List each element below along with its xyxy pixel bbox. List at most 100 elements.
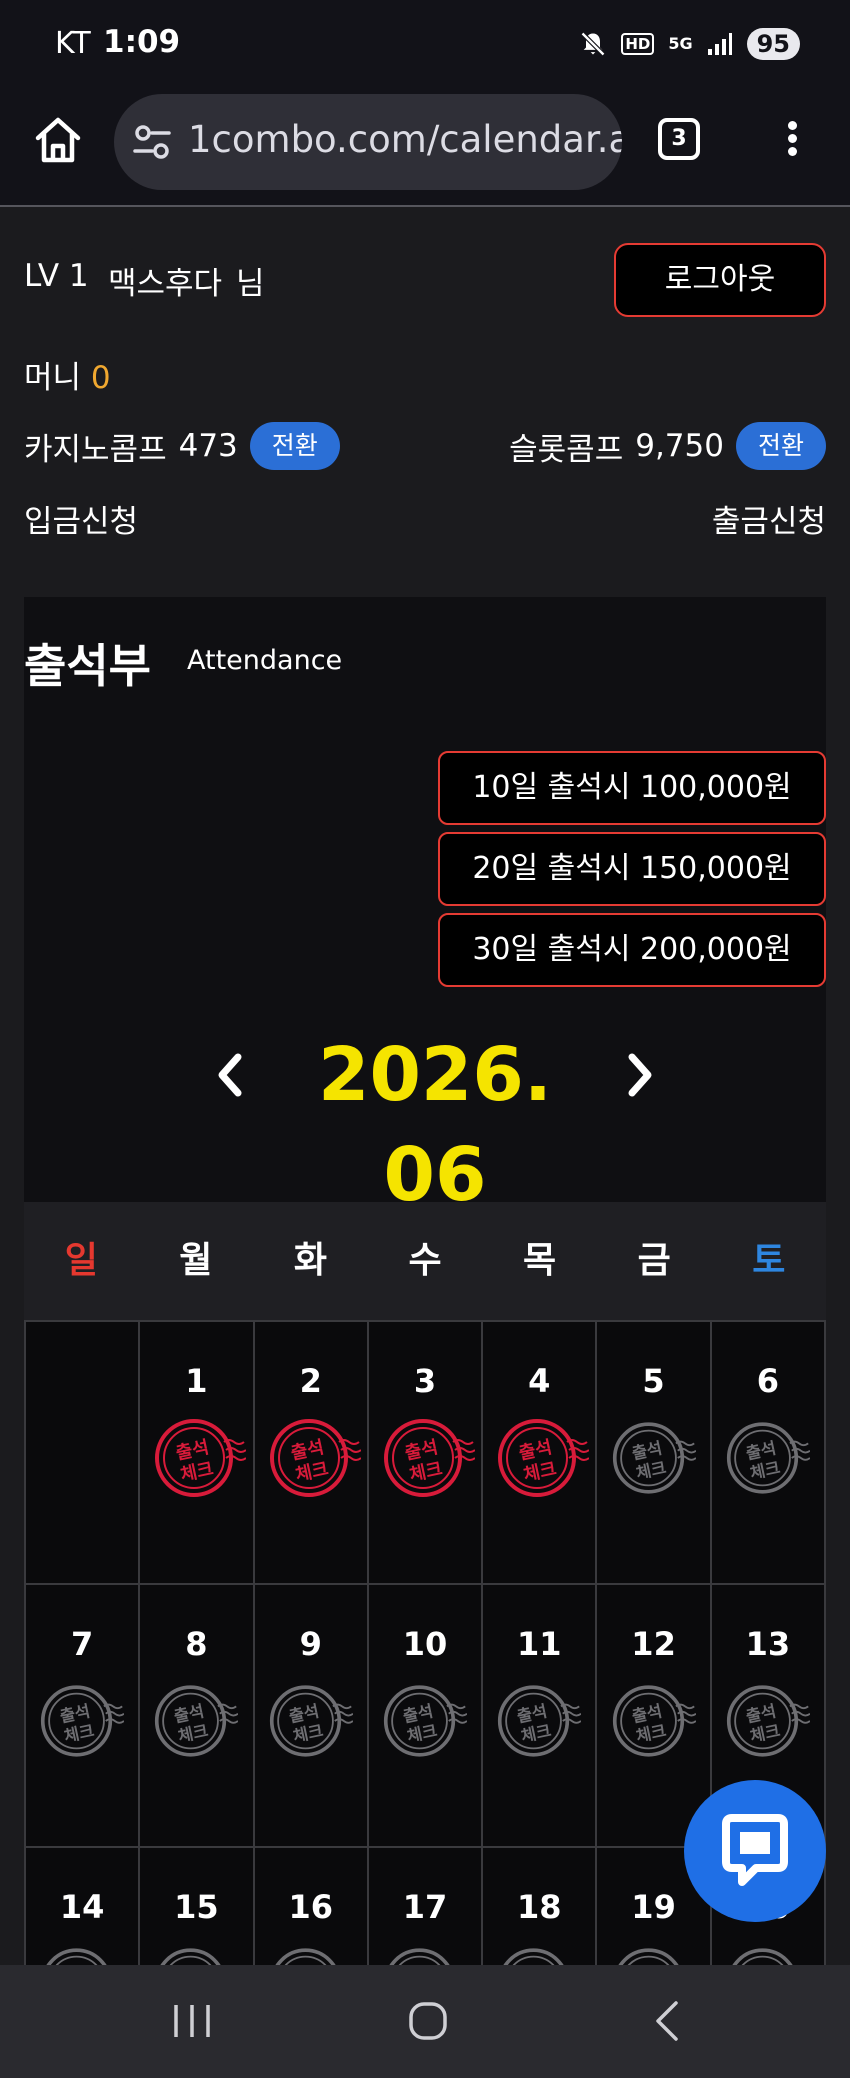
- status-icons: HD 5G 95: [579, 28, 800, 60]
- hd-icon: HD: [621, 33, 655, 55]
- calendar-day-cell: 17출석체크: [368, 1848, 482, 1968]
- withdraw-request-link[interactable]: 출금신청: [712, 496, 826, 541]
- day-number: 15: [174, 1888, 219, 1926]
- calendar-day-cell: 8 출석 체크: [140, 1585, 253, 1846]
- calendar-day-cell: 15출석체크: [140, 1848, 253, 1968]
- calendar-day-cell: 11 출석 체크: [483, 1585, 596, 1846]
- day-number: 14: [59, 1888, 105, 1926]
- reward-10-days: 10일 출석시 100,000원: [438, 751, 826, 825]
- attendance-stamp-icon: 출석체크: [269, 1685, 353, 1757]
- attendance-stamp-icon: 출석체크: [383, 1685, 467, 1757]
- user-level: LV 1: [24, 258, 89, 294]
- chat-icon: [722, 1814, 788, 1886]
- attendance-stamp-icon: 출석체크: [41, 1685, 125, 1757]
- back-icon[interactable]: [650, 1999, 684, 2043]
- weekday-thu: 목: [523, 1240, 557, 1281]
- calendar-day-cell: [26, 1322, 139, 1583]
- calendar-day-cell: 9 출석 체크: [254, 1585, 367, 1846]
- weekday-header: 일 월 화 수 목 금 토: [24, 1202, 826, 1320]
- day-number: 8: [185, 1625, 208, 1663]
- weekday-sun: 일: [64, 1240, 98, 1281]
- calendar-day-cell: 14출석체크: [26, 1848, 139, 1968]
- calendar-day-cell: 16출석체크: [254, 1848, 367, 1968]
- attendance-stamp-checked-icon: 출석체크: [383, 1419, 475, 1497]
- current-month: 2026. 06: [317, 1032, 553, 1218]
- chat-button[interactable]: [684, 1780, 826, 1922]
- recent-apps-icon[interactable]: [170, 2001, 214, 2041]
- day-number: 3: [413, 1362, 437, 1400]
- day-number: 16: [288, 1888, 333, 1926]
- chevron-left-icon[interactable]: [202, 1045, 262, 1105]
- site-settings-icon[interactable]: [132, 122, 172, 162]
- browser-toolbar: 1combo.com/calendar.as 3: [0, 90, 850, 207]
- calendar-day-cell: 10 출석 체크: [368, 1585, 482, 1846]
- day-number: 9: [299, 1625, 322, 1663]
- attendance-stamp-icon: 출석체크: [498, 1685, 582, 1757]
- casino-convert-button[interactable]: 전환: [249, 422, 340, 470]
- status-bar: KT 1:09 HD 5G 95: [0, 0, 850, 90]
- calendar-day-cell: 18출석체크: [483, 1848, 596, 1968]
- attendance-stamp-icon: 출석체크: [726, 1685, 810, 1757]
- tab-switcher-button[interactable]: 3: [658, 118, 700, 160]
- deposit-request-link[interactable]: 입금신청: [24, 496, 138, 541]
- day-number: 2: [299, 1362, 322, 1400]
- mute-icon: [581, 31, 606, 57]
- calendar-day-cell: 2 출석 체크: [254, 1322, 367, 1583]
- clock: 1:09: [103, 24, 181, 60]
- chevron-right-icon[interactable]: [608, 1045, 668, 1105]
- attendance-title: 출석부: [24, 639, 151, 693]
- address-bar[interactable]: 1combo.com/calendar.as: [114, 94, 622, 190]
- home-icon[interactable]: [32, 114, 84, 166]
- attendance-stamp-checked-icon: 출석체크: [155, 1419, 247, 1497]
- username: 맥스후다: [108, 266, 223, 302]
- day-number: 7: [71, 1625, 94, 1663]
- calendar-day-cell: 7 출석 체크: [26, 1585, 139, 1846]
- calendar-day-cell: 3 출석 체크: [368, 1322, 482, 1583]
- logout-button[interactable]: 로그아웃: [614, 243, 826, 317]
- day-number: 10: [402, 1625, 448, 1663]
- attendance-panel: 출석부 Attendance 10일 출석시 100,000원 20일 출석시 …: [24, 597, 826, 1218]
- casino-comp-row: 카지노콤프 473 전환: [24, 422, 340, 470]
- attendance-stamp-icon: 출석체크: [726, 1422, 810, 1494]
- money-label: 머니: [24, 360, 82, 396]
- day-number: 5: [642, 1362, 665, 1400]
- system-nav-bar: [0, 1965, 850, 2078]
- attendance-stamp-icon: 출석체크: [612, 1422, 696, 1494]
- slot-comp-value: 9,750: [635, 428, 724, 464]
- day-number: 4: [528, 1362, 551, 1400]
- attendance-stamp-checked-icon: 출석체크: [498, 1419, 590, 1497]
- weekday-mon: 월: [179, 1240, 213, 1281]
- money-row: 머니 0: [24, 352, 111, 397]
- money-value: 0: [90, 360, 111, 396]
- reward-30-days: 30일 출석시 200,000원: [438, 913, 826, 987]
- slot-convert-button[interactable]: 전환: [735, 422, 826, 470]
- month-navigator: 2026. 06: [24, 1025, 826, 1218]
- nav-home-icon[interactable]: [406, 1999, 450, 2043]
- casino-comp-label: 카지노콤프: [24, 431, 167, 468]
- 5g-icon: 5G: [668, 34, 693, 53]
- calendar-day-cell: 5 출석 체크: [597, 1322, 710, 1583]
- slot-comp-label: 슬롯콤프: [509, 431, 624, 468]
- url-text[interactable]: 1combo.com/calendar.as: [188, 118, 622, 161]
- attendance-stamp-icon: 출석체크: [612, 1685, 696, 1757]
- battery-indicator: 95: [746, 28, 800, 60]
- reward-20-days: 20일 출석시 150,000원: [438, 832, 826, 906]
- day-number: 17: [402, 1888, 448, 1926]
- overflow-menu-icon[interactable]: [782, 118, 802, 166]
- attendance-subtitle: Attendance: [187, 645, 343, 676]
- weekday-tue: 화: [293, 1240, 327, 1281]
- weekday-sat: 토: [752, 1240, 786, 1281]
- signal-icon: [707, 33, 732, 55]
- attendance-stamp-icon: 출석체크: [155, 1685, 239, 1757]
- attendance-stamp-checked-icon: 출석체크: [269, 1419, 361, 1497]
- slot-comp-row: 슬롯콤프 9,750 전환: [509, 422, 826, 470]
- calendar-day-cell: 6 출석 체크: [711, 1322, 824, 1583]
- day-number: 13: [745, 1625, 791, 1663]
- day-number: 18: [517, 1888, 562, 1926]
- day-number: 12: [631, 1625, 676, 1663]
- honorific: 님: [236, 266, 265, 302]
- casino-comp-value: 473: [178, 428, 238, 464]
- day-number: 6: [756, 1362, 779, 1400]
- calendar-day-cell: 1 출석 체크: [140, 1322, 253, 1583]
- carrier-label: KT: [55, 26, 91, 61]
